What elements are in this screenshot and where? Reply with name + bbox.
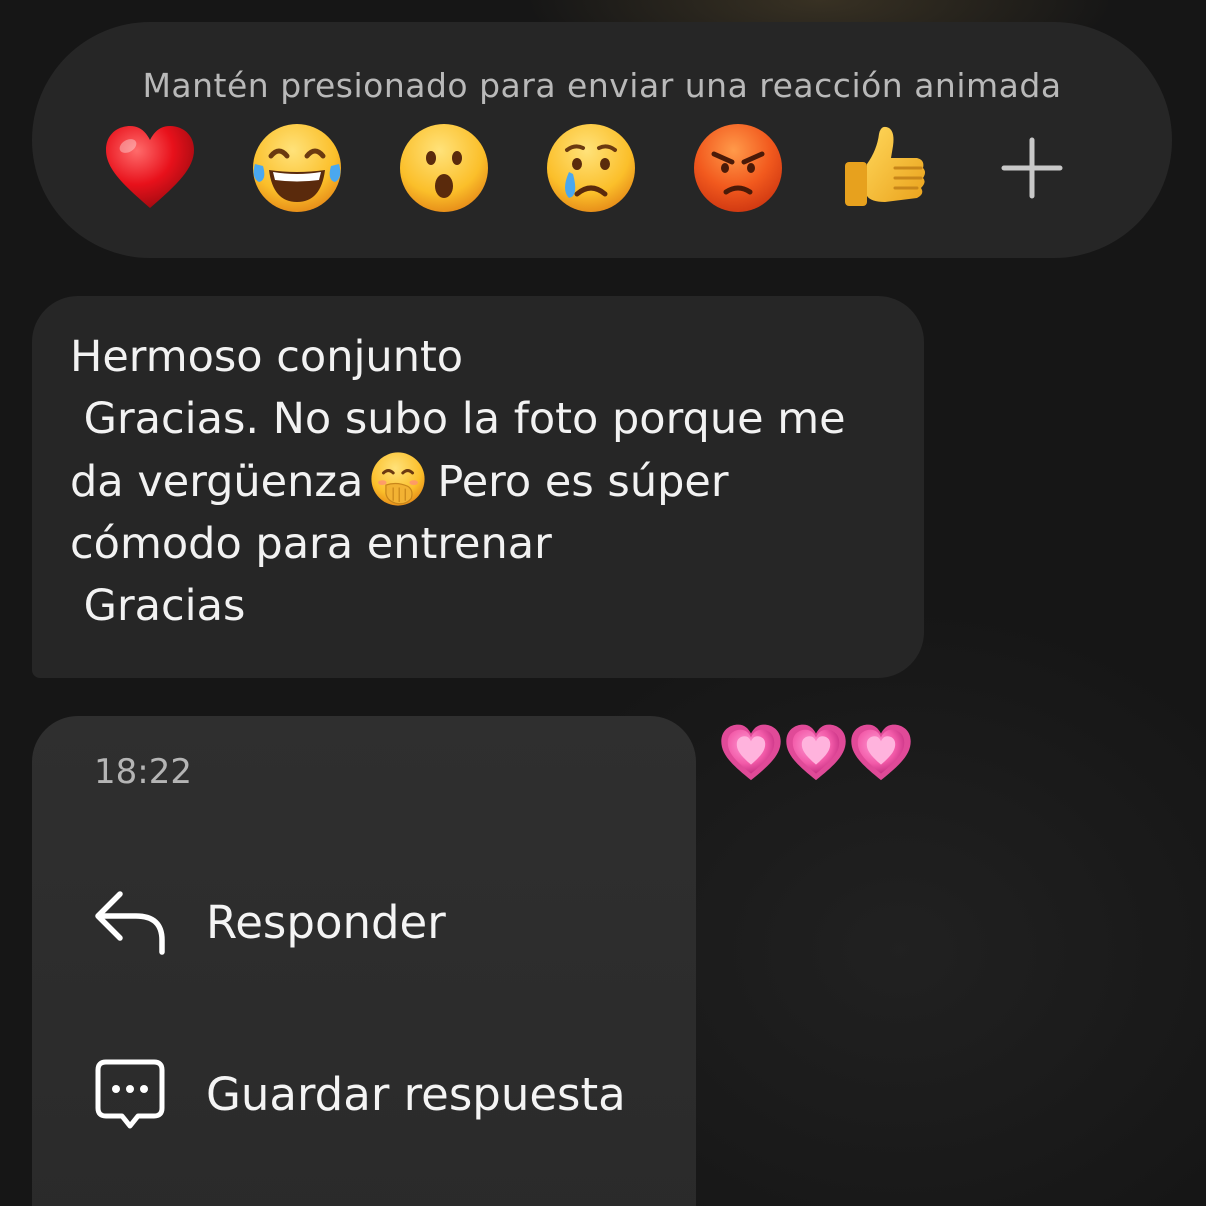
save-reply-menu-item[interactable]: Guardar respuesta xyxy=(92,1056,626,1132)
message-line: Hermoso conjunto xyxy=(70,332,464,382)
growing-heart-icon xyxy=(786,724,846,781)
reply-menu-item[interactable]: Responder xyxy=(92,884,446,960)
message-text: Hermoso conjunto Gracias. No subo la fot… xyxy=(70,326,900,637)
message-context-menu: 18:22 Responder Guardar respuesta xyxy=(32,716,696,1206)
reaction-like-button[interactable] xyxy=(837,120,933,216)
message-line-part: Pero es súper xyxy=(437,457,729,507)
astonished-face-icon xyxy=(400,124,488,212)
angry-face-icon xyxy=(694,124,782,212)
message-timestamp: 18:22 xyxy=(94,752,192,792)
tears-of-joy-icon xyxy=(253,124,341,212)
message-line: Gracias xyxy=(70,581,246,631)
reaction-hint: Mantén presionado para enviar una reacci… xyxy=(142,66,1062,105)
reaction-heart-button[interactable] xyxy=(102,120,198,216)
reaction-laugh-button[interactable] xyxy=(249,120,345,216)
more-reactions-button[interactable] xyxy=(984,120,1080,216)
reaction-angry-button[interactable] xyxy=(690,120,786,216)
message-line: cómodo para entrenar xyxy=(70,519,552,569)
growing-heart-icon xyxy=(721,724,781,781)
red-heart-icon xyxy=(106,126,194,208)
crying-face-icon xyxy=(547,124,635,212)
message-line-part: da vergüenza xyxy=(70,457,364,507)
reply-arrow-icon xyxy=(92,884,168,960)
thumbs-up-icon xyxy=(845,126,925,206)
saved-reply-icon xyxy=(92,1056,168,1132)
emoji-row xyxy=(102,120,1080,216)
message-line: da vergüenza Pero es súper xyxy=(70,450,900,513)
plus-icon xyxy=(1001,137,1063,199)
reply-label: Responder xyxy=(206,895,446,949)
save-reply-label: Guardar respuesta xyxy=(206,1067,626,1121)
message-reactions[interactable] xyxy=(720,722,915,784)
message-line: Gracias. No subo la foto porque me xyxy=(70,394,846,444)
reaction-wow-button[interactable] xyxy=(396,120,492,216)
reaction-sad-button[interactable] xyxy=(543,120,639,216)
chat-screen: Mantén presionado para enviar una reacci… xyxy=(0,0,1206,1206)
message-bubble[interactable]: Hermoso conjunto Gracias. No subo la fot… xyxy=(32,296,924,678)
face-with-hand-over-mouth-icon xyxy=(371,452,425,506)
reaction-picker: Mantén presionado para enviar una reacci… xyxy=(32,22,1172,258)
growing-heart-icon xyxy=(851,724,911,781)
